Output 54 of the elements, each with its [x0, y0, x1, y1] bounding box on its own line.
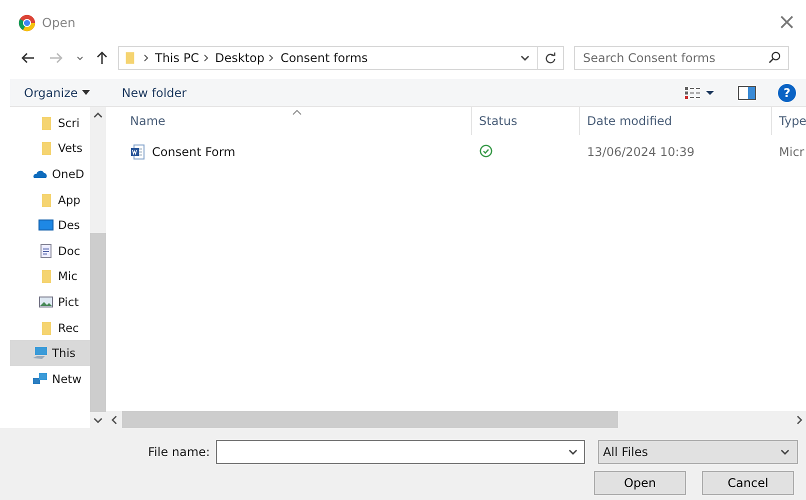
sidebar-item[interactable]: Vets	[10, 136, 90, 162]
horizontal-scrollbar[interactable]	[106, 411, 806, 428]
chevron-down-icon[interactable]	[76, 54, 84, 62]
vertical-scrollbar[interactable]	[90, 107, 106, 428]
search-icon	[768, 51, 781, 64]
chevron-right-icon	[143, 54, 149, 62]
up-arrow-icon[interactable]	[94, 50, 110, 66]
chevron-right-icon	[268, 54, 274, 62]
help-button[interactable]: ?	[778, 84, 796, 102]
organize-button[interactable]: Organize	[20, 84, 94, 102]
file-type-dropdown[interactable]: All Files	[598, 440, 798, 464]
close-button[interactable]: ×	[772, 12, 802, 34]
sidebar-item[interactable]: App	[10, 186, 90, 212]
new-folder-button[interactable]: New folder	[118, 84, 191, 102]
view-options-icon[interactable]	[684, 86, 714, 100]
file-name-label: File name:	[148, 445, 210, 459]
column-header[interactable]: Status	[472, 107, 580, 135]
preview-pane-icon[interactable]	[738, 86, 756, 100]
sidebar-item[interactable]: Mic	[10, 264, 90, 290]
window-title: Open	[42, 15, 76, 30]
file-name[interactable]: Consent Form	[152, 145, 236, 159]
refresh-icon[interactable]	[544, 52, 557, 64]
cancel-button[interactable]: Cancel	[702, 471, 794, 495]
type-cell-text: Micr	[778, 145, 806, 159]
document-icon	[38, 242, 54, 259]
column-header[interactable]: Date modified	[580, 107, 772, 135]
open-button[interactable]: Open	[594, 471, 686, 495]
sidebar-item[interactable]: Netw	[10, 366, 90, 392]
sidebar-item[interactable]: Rec	[10, 314, 90, 340]
column-header[interactable]: Name	[106, 107, 472, 135]
search-field[interactable]: Search Consent forms	[574, 46, 789, 70]
word-document-icon	[130, 144, 146, 160]
caret-icon	[82, 90, 90, 95]
computer-icon	[32, 345, 48, 362]
breadcrumb[interactable]: Consent forms	[280, 51, 368, 65]
date-cell-text: 13/06/2024 10:39	[586, 145, 696, 159]
breadcrumb[interactable]: This PC	[155, 51, 199, 65]
sidebar-item[interactable]: This	[10, 340, 90, 366]
browser-logo-icon	[18, 14, 36, 32]
sidebar-item[interactable]: Pict	[10, 289, 90, 315]
chevron-right-icon	[202, 54, 209, 62]
sidebar-item[interactable]: OneD	[10, 161, 90, 187]
column-header[interactable]: Type	[772, 107, 806, 135]
network-icon	[32, 370, 48, 387]
sidebar-item[interactable]: Scri	[10, 110, 90, 136]
back-arrow-icon[interactable]	[20, 50, 36, 66]
sidebar-item[interactable]: Des	[10, 212, 90, 238]
desktop-icon	[38, 217, 54, 234]
file-name-field[interactable]	[216, 440, 585, 464]
picture-icon	[38, 294, 54, 310]
address-bar[interactable]: This PC Desktop Consent forms	[118, 46, 564, 70]
folder-icon	[125, 51, 135, 65]
sidebar-item[interactable]: Doc	[10, 238, 90, 264]
breadcrumb[interactable]: Desktop	[214, 51, 264, 65]
